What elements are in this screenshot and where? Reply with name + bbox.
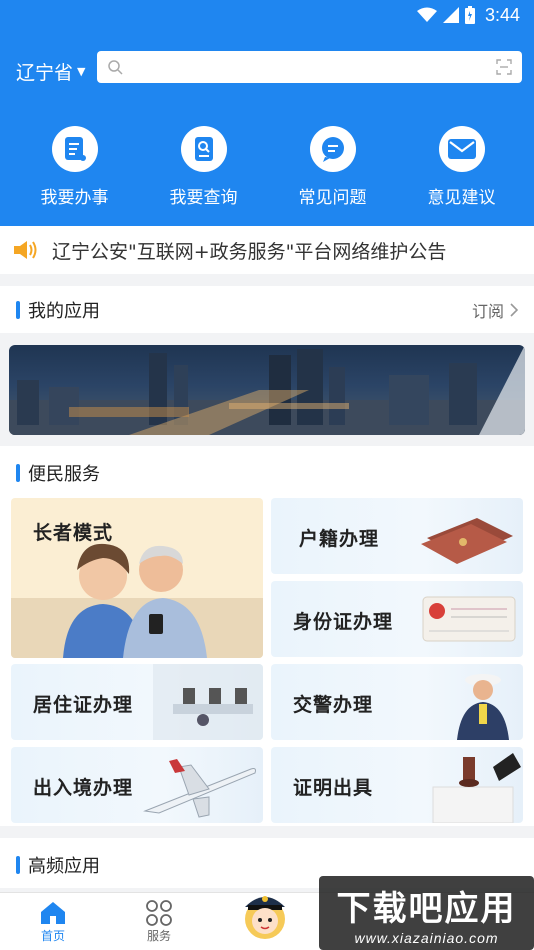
traffic-officer-image [457, 674, 509, 740]
subscribe-link[interactable]: 订阅 [472, 298, 518, 322]
title-accent-bar [16, 856, 20, 874]
tab-home[interactable]: 首页 [0, 893, 106, 950]
battery-icon [464, 6, 475, 24]
tab-service[interactable]: 服务 [106, 893, 212, 950]
card-label: 身份证办理 [293, 611, 394, 633]
speaker-icon [14, 241, 37, 259]
airplane-icon [143, 759, 256, 818]
elderly-couple-image [11, 543, 263, 658]
caret-down-icon: ▼ [77, 65, 86, 78]
my-apps-title: 我的应用 [28, 300, 100, 322]
mail-icon [438, 126, 485, 172]
card-label: 交警办理 [293, 694, 374, 716]
subscribe-label: 订阅 [471, 301, 504, 321]
frequent-title: 高频应用 [28, 856, 100, 877]
scan-icon[interactable] [496, 59, 512, 75]
province-label: 辽宁省 [16, 62, 74, 84]
card-household[interactable]: 户籍办理 [271, 498, 523, 574]
card-id-card[interactable]: 身份证办理 [271, 581, 523, 657]
city-skyline-image [9, 345, 525, 435]
header: 3:44 辽宁省 ▼ 我要办事 我要查询 常见问题 意见建议 [0, 0, 534, 226]
wifi-icon [416, 7, 437, 22]
quick-actions: 我要办事 我要查询 常见问题 意见建议 [0, 126, 534, 208]
home-icon [40, 899, 66, 927]
my-apps-header: 我的应用 订阅 [0, 286, 534, 333]
services-title: 便民服务 [28, 464, 100, 485]
status-bar: 3:44 [0, 0, 534, 30]
police-mascot-icon [245, 896, 285, 939]
household-book-icon [421, 518, 513, 564]
status-time: 3:44 [484, 4, 520, 25]
card-label: 出入境办理 [33, 777, 134, 799]
card-exit-entry[interactable]: 出入境办理 [11, 747, 263, 823]
watermark-sub: www.xiazainiao.com [354, 929, 499, 946]
card-residence-permit[interactable]: 居住证办理 [11, 664, 263, 740]
card-elder-mode[interactable]: 长者模式 [11, 498, 263, 658]
services-section: 便民服务 长者模式 户籍办理 身份证办理 居住证办理 交警办理 出入境办理 证明… [0, 446, 534, 826]
grid-icon [145, 899, 173, 927]
chat-icon [309, 126, 356, 172]
search-icon [108, 60, 123, 75]
quick-action-query[interactable]: 我要查询 [139, 126, 268, 208]
quick-action-label: 意见建议 [427, 188, 496, 208]
signing-document-image [432, 753, 521, 823]
chevron-right-icon [510, 302, 518, 317]
title-accent-bar [16, 464, 20, 482]
office-image [153, 664, 263, 740]
province-selector[interactable]: 辽宁省 ▼ [16, 58, 85, 85]
search-input[interactable] [131, 59, 496, 75]
id-card-icon [422, 596, 516, 642]
tab-police-avatar[interactable] [212, 893, 318, 950]
card-certificate[interactable]: 证明出具 [271, 747, 523, 823]
quick-action-label: 我要查询 [169, 188, 238, 208]
signal-icon [442, 7, 459, 23]
notice-text: 辽宁公安"互联网+政务服务"平台网络维护公告 [52, 240, 447, 263]
quick-action-label: 常见问题 [298, 188, 367, 208]
notice-bar[interactable]: 辽宁公安"互联网+政务服务"平台网络维护公告 [0, 226, 534, 274]
card-traffic-police[interactable]: 交警办理 [271, 664, 523, 740]
quick-action-faq[interactable]: 常见问题 [268, 126, 397, 208]
city-banner[interactable] [9, 345, 525, 435]
tab-label: 服务 [146, 929, 171, 943]
document-icon [51, 126, 98, 172]
watermark-logo: 下载吧应用 www.xiazainiao.com [319, 876, 534, 950]
card-label: 证明出具 [293, 777, 374, 799]
card-label: 户籍办理 [299, 528, 380, 550]
search-bar[interactable] [97, 51, 522, 83]
quick-action-handle[interactable]: 我要办事 [10, 126, 139, 208]
section-title: 便民服务 [16, 460, 100, 486]
quick-action-feedback[interactable]: 意见建议 [397, 126, 526, 208]
tab-label: 首页 [40, 929, 65, 943]
section-title: 我的应用 [16, 297, 100, 323]
section-title: 高频应用 [16, 852, 100, 878]
watermark-main: 下载吧应用 [336, 888, 517, 929]
banner-section [0, 333, 534, 445]
search-doc-icon [180, 126, 227, 172]
title-accent-bar [16, 300, 20, 319]
quick-action-label: 我要办事 [40, 188, 109, 208]
card-label: 居住证办理 [33, 694, 134, 716]
